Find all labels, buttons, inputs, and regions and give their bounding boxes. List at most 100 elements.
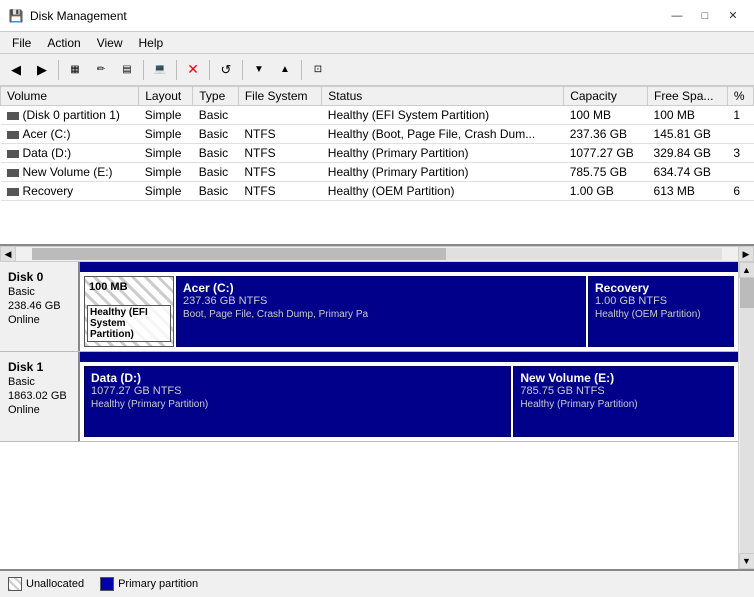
table-row[interactable]: Data (D:) Simple Basic NTFS Healthy (Pri… [1, 144, 754, 163]
disk-label: Disk 1 Basic 1863.02 GB Online [0, 352, 80, 441]
col-status[interactable]: Status [322, 87, 564, 106]
partition[interactable]: 100 MB Healthy (EFI System Partition) [84, 276, 174, 347]
cell-type: Basic [193, 163, 239, 182]
export-button[interactable]: ▲ [273, 58, 297, 82]
legend-primary-box [100, 577, 114, 591]
cell-layout: Simple [139, 182, 193, 201]
cell-status: Healthy (OEM Partition) [322, 182, 564, 201]
partition[interactable]: New Volume (E:) 785.75 GB NTFS Healthy (… [513, 366, 734, 437]
disk-label: Disk 0 Basic 238.46 GB Online [0, 262, 80, 351]
cell-type: Basic [193, 125, 239, 144]
volume-table-container: Volume Layout Type File System Status Ca… [0, 86, 754, 246]
vscroll-thumb[interactable] [740, 278, 754, 308]
cell-pct: 3 [727, 144, 753, 163]
title-bar: 💾 Disk Management — □ ✕ [0, 0, 754, 32]
menu-file[interactable]: File [4, 34, 39, 52]
minimize-button[interactable]: — [664, 6, 690, 26]
vscroll-up[interactable]: ▲ [739, 262, 754, 278]
table-row[interactable]: Acer (C:) Simple Basic NTFS Healthy (Boo… [1, 125, 754, 144]
table-row[interactable]: (Disk 0 partition 1) Simple Basic Health… [1, 106, 754, 125]
connect-button[interactable]: 💻 [148, 58, 172, 82]
properties-button[interactable]: ▤ [115, 58, 139, 82]
col-type[interactable]: Type [193, 87, 239, 106]
col-volume[interactable]: Volume [1, 87, 139, 106]
legend-primary-label: Primary partition [118, 578, 198, 590]
cell-status: Healthy (Primary Partition) [322, 144, 564, 163]
volume-table: Volume Layout Type File System Status Ca… [0, 86, 754, 201]
col-capacity[interactable]: Capacity [564, 87, 648, 106]
partition-status: Healthy (OEM Partition) [595, 309, 727, 320]
col-filesystem[interactable]: File System [238, 87, 321, 106]
cell-type: Basic [193, 106, 239, 125]
cell-volume: Recovery [1, 182, 139, 201]
cell-filesystem: NTFS [238, 163, 321, 182]
cell-status: Healthy (EFI System Partition) [322, 106, 564, 125]
vertical-scrollbar[interactable]: ▲ ▼ [738, 262, 754, 569]
forward-button[interactable]: ▶ [30, 58, 54, 82]
console-button[interactable]: ▦ [63, 58, 87, 82]
legend-unallocated: Unallocated [8, 577, 84, 591]
edit-button[interactable]: ✏ [89, 58, 113, 82]
legend-bar: Unallocated Primary partition [0, 569, 754, 597]
menu-bar: File Action View Help [0, 32, 754, 54]
menu-view[interactable]: View [89, 34, 131, 52]
cell-filesystem: NTFS [238, 182, 321, 201]
partition-name: Acer (C:) [183, 281, 579, 295]
partition-size: 785.75 GB NTFS [520, 385, 727, 397]
cell-filesystem: NTFS [238, 144, 321, 163]
cell-free: 634.74 GB [648, 163, 728, 182]
partition-status: Healthy (Primary Partition) [91, 399, 504, 410]
disk-type: Basic [8, 376, 70, 388]
cell-type: Basic [193, 144, 239, 163]
back-button[interactable]: ◀ [4, 58, 28, 82]
cell-volume: (Disk 0 partition 1) [1, 106, 139, 125]
cell-pct: 1 [727, 106, 753, 125]
close-button[interactable]: ✕ [720, 6, 746, 26]
vscroll-down[interactable]: ▼ [739, 553, 754, 569]
vscroll-track[interactable] [740, 278, 754, 553]
delete-button[interactable]: ✕ [181, 58, 205, 82]
disk-partitions: Data (D:) 1077.27 GB NTFS Healthy (Prima… [80, 352, 738, 441]
table-row[interactable]: Recovery Simple Basic NTFS Healthy (OEM … [1, 182, 754, 201]
partition-name: New Volume (E:) [520, 371, 727, 385]
help-button[interactable]: ⊡ [306, 58, 330, 82]
hscroll-right[interactable]: ▶ [738, 246, 754, 262]
cell-filesystem [238, 106, 321, 125]
disk-name: Disk 1 [8, 360, 70, 374]
partition-status: Healthy (Primary Partition) [520, 399, 727, 410]
disk-status: Online [8, 314, 70, 326]
hscroll-thumb[interactable] [32, 248, 446, 260]
cell-pct [727, 163, 753, 182]
cell-status: Healthy (Boot, Page File, Crash Dum... [322, 125, 564, 144]
partition[interactable]: Data (D:) 1077.27 GB NTFS Healthy (Prima… [84, 366, 511, 437]
cell-layout: Simple [139, 144, 193, 163]
toolbar: ◀ ▶ ▦ ✏ ▤ 💻 ✕ ↺ ▼ ▲ ⊡ [0, 54, 754, 86]
table-row[interactable]: New Volume (E:) Simple Basic NTFS Health… [1, 163, 754, 182]
col-free[interactable]: Free Spa... [648, 87, 728, 106]
window-controls[interactable]: — □ ✕ [664, 6, 746, 26]
hscroll-track[interactable] [32, 248, 722, 260]
partition[interactable]: Acer (C:) 237.36 GB NTFS Boot, Page File… [176, 276, 586, 347]
horizontal-scrollbar[interactable]: ◀ ▶ [0, 246, 754, 262]
col-layout[interactable]: Layout [139, 87, 193, 106]
maximize-button[interactable]: □ [692, 6, 718, 26]
legend-primary: Primary partition [100, 577, 198, 591]
cell-layout: Simple [139, 163, 193, 182]
disk-section: Disk 0 Basic 238.46 GB Online 100 MB Hea… [0, 262, 738, 352]
cell-capacity: 100 MB [564, 106, 648, 125]
partition-status: Boot, Page File, Crash Dump, Primary Pa [183, 309, 579, 320]
refresh-button[interactable]: ↺ [214, 58, 238, 82]
cell-capacity: 237.36 GB [564, 125, 648, 144]
col-pct[interactable]: % [727, 87, 753, 106]
import-button[interactable]: ▼ [247, 58, 271, 82]
app-icon: 💾 [8, 8, 24, 24]
cell-pct: 6 [727, 182, 753, 201]
partition-size: 237.36 GB NTFS [183, 295, 579, 307]
cell-filesystem: NTFS [238, 125, 321, 144]
cell-free: 145.81 GB [648, 125, 728, 144]
menu-help[interactable]: Help [131, 34, 172, 52]
partition-efi-label: Healthy (EFI System Partition) [87, 305, 171, 342]
menu-action[interactable]: Action [39, 34, 88, 52]
partition[interactable]: Recovery 1.00 GB NTFS Healthy (OEM Parti… [588, 276, 734, 347]
hscroll-left[interactable]: ◀ [0, 246, 16, 262]
